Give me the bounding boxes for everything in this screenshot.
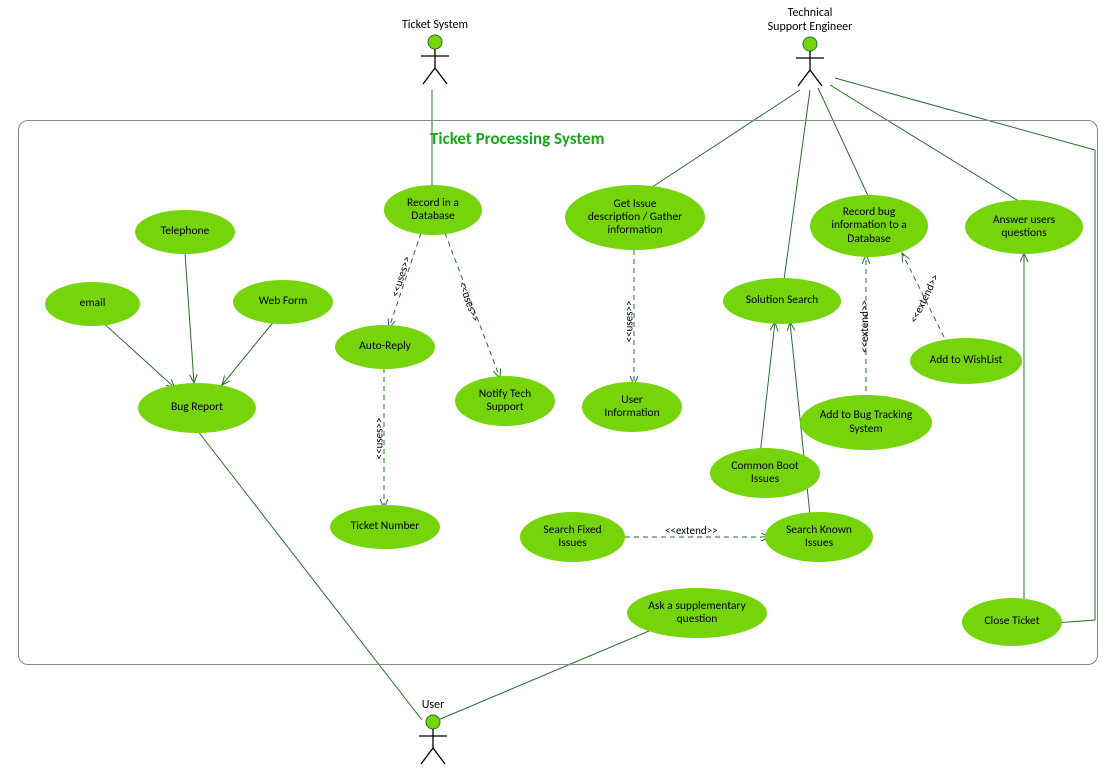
usecase-web-form: Web Form bbox=[233, 280, 333, 324]
usecase-auto-reply: Auto-Reply bbox=[335, 325, 435, 369]
actor-icon bbox=[415, 712, 451, 767]
usecase-search-known: Search Known Issues bbox=[765, 512, 873, 562]
actor-support-engineer: Technical Support Engineer bbox=[755, 6, 865, 89]
usecase-common-boot: Common Boot Issues bbox=[710, 448, 820, 498]
actor-icon bbox=[417, 32, 453, 87]
actor-label: Ticket System bbox=[395, 18, 475, 32]
actor-user: User bbox=[408, 698, 458, 767]
actor-icon bbox=[792, 34, 828, 89]
usecase-user-info: User Information bbox=[582, 382, 682, 432]
usecase-answer-users: Answer users questions bbox=[965, 200, 1083, 254]
usecase-record-bug-db: Record bug information to a Database bbox=[810, 195, 928, 257]
actor-label: Technical Support Engineer bbox=[755, 6, 865, 34]
label-extend: <<extend>> bbox=[665, 524, 718, 537]
usecase-telephone: Telephone bbox=[135, 210, 235, 254]
usecase-record-db: Record in a Database bbox=[384, 185, 482, 235]
label-uses: <<uses>> bbox=[622, 301, 635, 343]
usecase-close-ticket: Close Ticket bbox=[962, 598, 1062, 646]
label-uses: <<uses>> bbox=[372, 418, 385, 460]
usecase-notify-tech: Notify Tech Support bbox=[455, 376, 555, 426]
actor-ticket-system: Ticket System bbox=[395, 18, 475, 87]
usecase-email: email bbox=[45, 282, 140, 326]
usecase-search-fixed: Search Fixed Issues bbox=[520, 512, 625, 562]
usecase-get-issue: Get Issue description / Gather informati… bbox=[565, 185, 705, 250]
diagram-canvas: Ticket Processing System Ticket System T… bbox=[0, 0, 1115, 780]
usecase-ticket-number: Ticket Number bbox=[330, 505, 440, 549]
usecase-solution-search: Solution Search bbox=[723, 278, 841, 324]
actor-label: User bbox=[408, 698, 458, 712]
usecase-add-bug-track: Add to Bug Tracking System bbox=[800, 395, 932, 450]
system-title: Ticket Processing System bbox=[430, 128, 604, 149]
usecase-bug-report: Bug Report bbox=[138, 383, 256, 433]
usecase-add-wishlist: Add to WishList bbox=[910, 338, 1022, 384]
usecase-ask-supp: Ask a supplementary question bbox=[627, 588, 767, 638]
label-extend: <<extend>> bbox=[858, 300, 871, 353]
